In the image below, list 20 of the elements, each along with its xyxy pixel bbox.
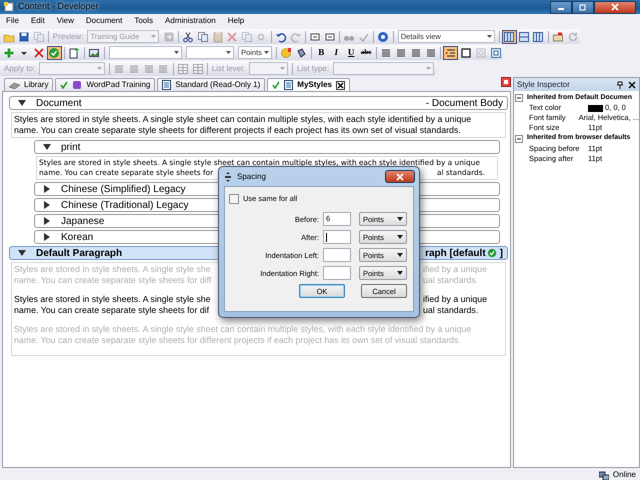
panel-title: Style Inspector	[517, 78, 570, 90]
status-text: Online	[612, 469, 636, 480]
toolbar-label: List level:	[210, 62, 246, 74]
sample-text: ified by a unique	[423, 294, 488, 305]
sample-text: ual standards.	[423, 305, 478, 316]
sample-text: name. You can create separate style sheets for diff	[14, 275, 212, 286]
toolbar-label: Preview:	[52, 30, 84, 42]
sample-text: Styles are stored in style sheets. A single style sheet can contain multiple styles, with each style identified by a unique	[14, 114, 472, 124]
sample-text: name. You can create separate style sheets for different projects if each project has its own set of visual standards.	[14, 335, 461, 345]
window-title: Content - Developer	[18, 0, 99, 14]
sample-text: ual standards.	[423, 275, 478, 286]
sample-text: name. You can create separate style sheets for different projects if each project has its own set of visual standards.	[14, 125, 461, 135]
sample-text: Styles are stored in style sheets. A single style sheet can contain multiple styles, with each style identified by a unique	[14, 324, 472, 334]
toolbar-label: List type:	[296, 62, 330, 74]
toolbar-label: Apply to:	[3, 62, 36, 74]
sample-text: ified by a unique	[423, 264, 488, 275]
sample-text: name. You can create separate style sheets for dif	[14, 305, 210, 316]
sample-text: Styles are stored in style sheets. A single style she	[14, 294, 211, 305]
sample-text: Styles are stored in style sheets. A single style she	[14, 264, 211, 275]
dialog-title: Spacing	[237, 170, 266, 182]
